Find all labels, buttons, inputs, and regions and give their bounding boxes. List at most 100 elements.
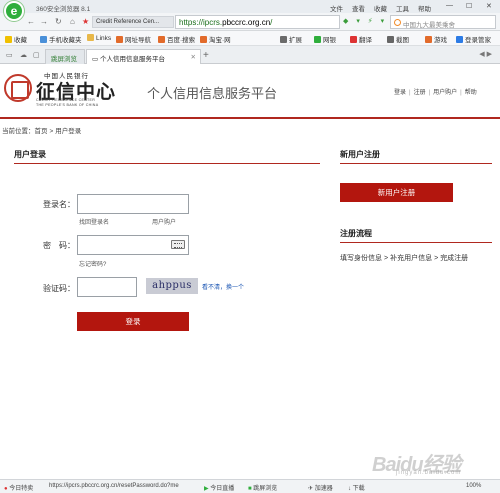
pboc-seal-icon — [4, 74, 32, 102]
ext-label: 游戏 — [434, 37, 447, 44]
taobao-icon — [200, 36, 207, 43]
download-label: 下载 — [352, 486, 365, 492]
status-accelerator[interactable]: ✈ 加速器 — [308, 483, 333, 492]
url-domain: pbccrc.org.cn — [222, 18, 271, 27]
fav-label: 百度·搜索 — [167, 37, 196, 44]
toplink-register[interactable]: 注册 — [414, 90, 426, 96]
ext-label: 截图 — [396, 37, 409, 44]
username-input[interactable] — [77, 194, 189, 214]
menu-view[interactable]: 查看 — [352, 3, 365, 13]
step-arrow: > — [384, 255, 389, 262]
search-input[interactable]: 中国九大最美乘舍 — [390, 15, 496, 29]
fav-mobile[interactable]: 手机收藏夹 — [40, 34, 82, 44]
menu-file[interactable]: 文件 — [330, 3, 343, 13]
minimize-icon[interactable]: — — [446, 2, 453, 9]
tab-scroll-icon[interactable]: ◀ ▶ — [479, 50, 492, 58]
folder-icon — [40, 36, 47, 43]
page-icon: ▭ — [92, 56, 100, 63]
breadcrumb: 当前位置：首页 > 用户登录 — [2, 125, 81, 135]
star-icon[interactable]: ★ — [82, 17, 89, 26]
url-prefix: https://ipcrs. — [179, 18, 223, 27]
tab-jump-browse[interactable]: 跳屏浏览 — [45, 49, 85, 64]
forward-icon[interactable]: → — [40, 17, 48, 26]
find-username-link[interactable]: 找回登录名 — [79, 217, 109, 226]
step-user-info: 补充用户信息 — [390, 255, 433, 262]
app-name: 360安全浏览器 8.1 — [36, 6, 91, 13]
logo-english-line2: THE PEOPLE'S BANK OF CHINA — [36, 103, 99, 107]
toplink-help[interactable]: 帮助 — [465, 90, 477, 96]
status-live[interactable]: ▶ 今日直播 — [204, 483, 234, 492]
security-shield-icon[interactable]: ◆ ▾ ⚡ ▾ — [343, 17, 387, 25]
ext-games[interactable]: 游戏 — [425, 34, 447, 44]
username-label: 登录名： — [43, 200, 75, 209]
ext-label: 网银 — [323, 37, 336, 44]
translate-icon — [350, 36, 357, 43]
address-bar: ← → ↻ ⌂ ★ Credit Reference Cen... https:… — [0, 13, 500, 31]
captcha-input[interactable] — [77, 277, 137, 297]
ext-login-manager[interactable]: 登录管家 — [456, 34, 491, 44]
nav-icon — [116, 36, 123, 43]
new-window-icon[interactable]: ▢ — [33, 51, 40, 59]
zoom-level[interactable]: 100% — [466, 483, 481, 489]
captcha-refresh-link[interactable]: 看不清，换一个 — [202, 282, 244, 291]
toplink-account[interactable]: 用户购户 — [433, 90, 457, 96]
star-icon — [5, 36, 12, 43]
status-jump-browse[interactable]: ■ 跳屏浏览 — [248, 483, 277, 492]
tab-credit-platform[interactable]: ▭ 个人信用信息服务平台 ✕ — [86, 49, 201, 64]
user-account-link[interactable]: 用户购户 — [152, 217, 176, 226]
status-news[interactable]: ● 今日特卖 — [4, 483, 33, 492]
status-bar: ● 今日特卖 https://ipcrs.pbccrc.org.cn/reset… — [0, 479, 500, 493]
ext-screenshot[interactable]: 截图 — [387, 34, 409, 44]
ext-bank[interactable]: 网银 — [314, 34, 336, 44]
url-input[interactable]: https://ipcrs.pbccrc.org.cn/ — [175, 15, 340, 29]
fav-links[interactable]: Links — [87, 34, 111, 42]
live-label: 今日直播 — [210, 486, 235, 492]
login-title: 用户登录 — [14, 150, 46, 159]
tab-label: 个人信用信息服务平台 — [99, 56, 165, 63]
favorites-button[interactable]: 收藏 — [5, 34, 27, 44]
scissors-icon — [387, 36, 394, 43]
fav-label: 淘宝·网 — [209, 37, 231, 44]
keyboard-icon[interactable] — [171, 240, 185, 249]
search-placeholder: 中国九大最美乘舍 — [403, 22, 455, 29]
menu-tools[interactable]: 工具 — [396, 3, 409, 13]
baidu-icon — [158, 36, 165, 43]
tab-close-icon[interactable]: ✕ — [191, 53, 196, 61]
status-url: https://ipcrs.pbccrc.org.cn/resetPasswor… — [49, 483, 179, 489]
toplink-login[interactable]: 登录 — [394, 90, 406, 96]
site-badge[interactable]: Credit Reference Cen... — [92, 16, 174, 28]
header-divider — [0, 117, 500, 119]
jump-label: 跳屏浏览 — [253, 486, 278, 492]
ext-extensions[interactable]: 扩展 — [280, 34, 302, 44]
new-user-register-button[interactable]: 新用户注册 — [340, 183, 453, 202]
accelerator-label: 加速器 — [314, 486, 333, 492]
fav-taobao[interactable]: 淘宝·网 — [200, 34, 231, 44]
tab-bar: ▭ ☁ ▢ 跳屏浏览 ▭ 个人信用信息服务平台 ✕ + ◀ ▶ — [0, 46, 500, 64]
fav-label: 网址导航 — [125, 37, 151, 44]
logo-english-line1: CREDIT REFERENCE CENTER — [36, 98, 96, 102]
forgot-password-link[interactable]: 忘记密码? — [79, 259, 106, 268]
fav-label: 手机收藏夹 — [49, 37, 82, 44]
new-tab-icon[interactable]: + — [203, 50, 209, 61]
cloud-icon[interactable]: ☁ — [20, 51, 27, 59]
menu-help[interactable]: 帮助 — [418, 3, 431, 13]
fav-nav[interactable]: 网址导航 — [116, 34, 151, 44]
back-icon[interactable]: ← — [27, 17, 35, 26]
sidebar-toggle-icon[interactable]: ▭ — [6, 51, 13, 59]
menu-favorites[interactable]: 收藏 — [374, 3, 387, 13]
ext-label: 扩展 — [289, 37, 302, 44]
refresh-icon[interactable]: ↻ — [55, 17, 62, 26]
login-button[interactable]: 登录 — [77, 312, 189, 331]
fav-baidu[interactable]: 百度·搜索 — [158, 34, 195, 44]
bank-icon — [314, 36, 321, 43]
ext-translate[interactable]: 翻译 — [350, 34, 372, 44]
status-download[interactable]: ↓ 下载 — [348, 483, 365, 492]
home-icon[interactable]: ⌂ — [70, 17, 75, 26]
breadcrumb-home[interactable]: 首页 — [35, 128, 48, 135]
captcha-image[interactable]: ahppus — [146, 278, 198, 294]
title-bar: 360安全浏览器 8.1 文件 查看 收藏 工具 帮助 — ☐ ✕ — [0, 0, 500, 13]
maximize-icon[interactable]: ☐ — [466, 2, 472, 10]
close-icon[interactable]: ✕ — [486, 2, 492, 10]
url-suffix: / — [270, 18, 273, 27]
ext-label: 登录管家 — [465, 37, 491, 44]
